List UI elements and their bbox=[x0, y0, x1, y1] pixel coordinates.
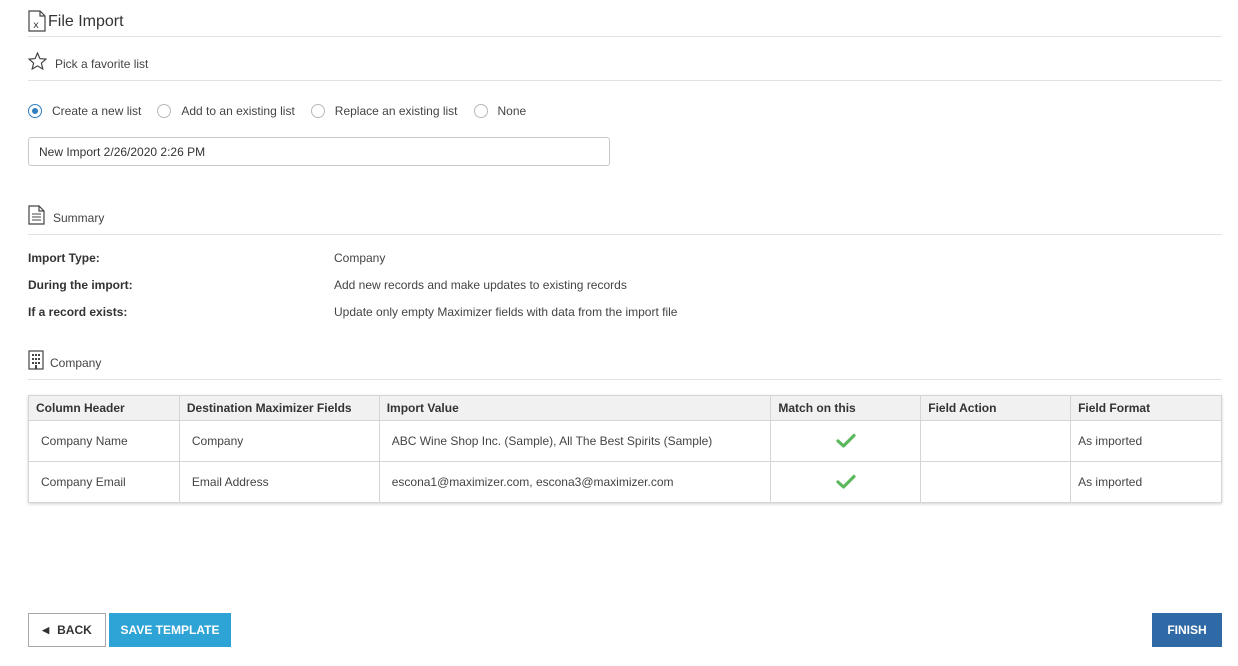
column-header-cell: Company Name bbox=[28, 420, 180, 462]
field-format-cell[interactable]: As imported bbox=[1070, 420, 1222, 462]
list-name-input[interactable] bbox=[28, 137, 610, 166]
divider bbox=[28, 36, 1222, 37]
column-header-col[interactable]: Column Header bbox=[28, 395, 180, 421]
match-on-this-col[interactable]: Match on this bbox=[770, 395, 922, 421]
field-format-cell[interactable]: As imported bbox=[1070, 461, 1222, 503]
field-mapping-table: Column Header Destination Maximizer Fiel… bbox=[28, 395, 1222, 503]
divider bbox=[28, 379, 1222, 380]
radio-label: None bbox=[497, 104, 527, 118]
summary-key: During the import: bbox=[28, 278, 133, 292]
radio-add-existing-list[interactable]: Add to an existing list bbox=[157, 104, 295, 118]
import-value-cell: escona1@maximizer.com, escona3@maximizer… bbox=[378, 461, 772, 503]
summary-key: If a record exists: bbox=[28, 305, 128, 319]
radio-label: Add to an existing list bbox=[181, 104, 295, 118]
summary-value: Add new records and make updates to exis… bbox=[334, 278, 627, 292]
radio-replace-existing-list[interactable]: Replace an existing list bbox=[310, 104, 458, 118]
destination-cell[interactable]: Company bbox=[178, 420, 380, 462]
match-cell[interactable] bbox=[770, 461, 922, 503]
divider bbox=[28, 234, 1222, 235]
radio-button[interactable] bbox=[473, 104, 488, 118]
radio-none[interactable]: None bbox=[473, 104, 527, 118]
save-template-label: SAVE TEMPLATE bbox=[120, 623, 220, 637]
divider bbox=[28, 80, 1222, 81]
radio-button[interactable] bbox=[310, 104, 325, 118]
field-action-cell[interactable] bbox=[920, 420, 1072, 462]
table-row[interactable]: Company Name Company ABC Wine Shop Inc. … bbox=[28, 420, 1222, 462]
destination-fields-col[interactable]: Destination Maximizer Fields bbox=[178, 395, 380, 421]
finish-button[interactable]: FINISH bbox=[1152, 613, 1222, 647]
radio-label: Create a new list bbox=[52, 104, 142, 118]
company-section-label: Company bbox=[50, 356, 102, 370]
table-row[interactable]: Company Email Email Address escona1@maxi… bbox=[28, 461, 1222, 503]
back-button[interactable]: ◀ BACK bbox=[28, 613, 106, 647]
svg-text:x: x bbox=[33, 20, 39, 31]
save-template-button[interactable]: SAVE TEMPLATE bbox=[109, 613, 231, 647]
summary-value: Company bbox=[334, 251, 386, 265]
excel-file-icon: x bbox=[28, 10, 46, 32]
list-option-group: Create a new list Add to an existing lis… bbox=[28, 104, 542, 118]
checkmark-icon[interactable] bbox=[836, 474, 856, 490]
summary-label: Summary bbox=[53, 211, 105, 225]
field-format-col[interactable]: Field Format bbox=[1070, 395, 1222, 421]
destination-cell[interactable]: Email Address bbox=[178, 461, 380, 503]
star-icon[interactable] bbox=[27, 51, 48, 75]
import-value-cell: ABC Wine Shop Inc. (Sample), All The Bes… bbox=[378, 420, 772, 462]
column-header-cell: Company Email bbox=[28, 461, 180, 503]
table-header-row: Column Header Destination Maximizer Fiel… bbox=[28, 395, 1222, 421]
radio-button-checked[interactable] bbox=[28, 104, 42, 118]
back-button-label: BACK bbox=[57, 623, 92, 637]
checkmark-icon[interactable] bbox=[836, 433, 856, 449]
radio-button[interactable] bbox=[157, 104, 172, 118]
building-icon bbox=[28, 350, 44, 375]
document-icon bbox=[28, 205, 45, 230]
field-action-cell[interactable] bbox=[920, 461, 1072, 503]
field-action-col[interactable]: Field Action bbox=[920, 395, 1072, 421]
page-title: File Import bbox=[48, 13, 124, 30]
finish-label: FINISH bbox=[1167, 623, 1207, 637]
import-value-col[interactable]: Import Value bbox=[378, 395, 772, 421]
match-cell[interactable] bbox=[770, 420, 922, 462]
radio-create-new-list[interactable]: Create a new list bbox=[28, 104, 141, 118]
summary-value: Update only empty Maximizer fields with … bbox=[334, 305, 678, 319]
radio-label: Replace an existing list bbox=[334, 104, 458, 118]
favorite-list-label: Pick a favorite list bbox=[55, 57, 149, 71]
back-arrow-icon: ◀ bbox=[42, 624, 50, 635]
summary-key: Import Type: bbox=[28, 251, 100, 265]
